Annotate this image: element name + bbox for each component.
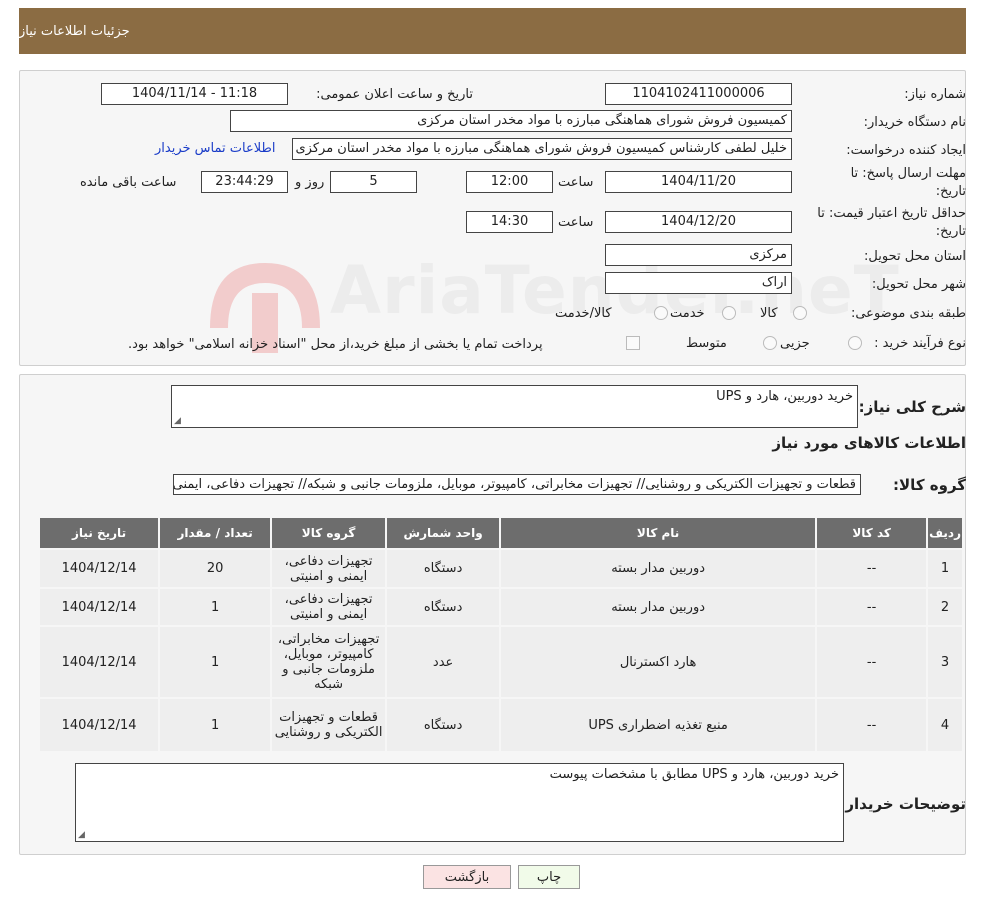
row-name: دوربین مدار بسته — [501, 589, 816, 625]
page-header: جزئیات اطلاعات نیاز — [19, 8, 966, 54]
print-button[interactable]: چاپ — [518, 865, 580, 889]
reply-deadline-label: مهلت ارسال پاسخ: تا — [850, 166, 966, 181]
row-date: 1404/12/14 — [40, 627, 159, 697]
validity-label-date: تاریخ: — [935, 224, 966, 239]
province-label: استان محل تحویل: — [864, 249, 966, 264]
row-name: هارد اکسترنال — [501, 627, 816, 697]
requester-label: ایجاد کننده درخواست: — [846, 143, 966, 158]
need-number-label: شماره نیاز: — [904, 87, 966, 102]
reply-date-field: 1404/11/20 — [605, 171, 792, 193]
category-label: طبقه بندی موضوعی: — [850, 306, 966, 321]
row-code: -- — [817, 589, 927, 625]
back-button[interactable]: بازگشت — [423, 865, 511, 889]
col-date-header: تاریخ نیاز — [40, 518, 159, 548]
need-summary-text: خرید دوربین، هارد و UPS — [716, 389, 853, 404]
row-group: تجهیزات مخابراتی، کامپیوتر، موبایل، ملزو… — [272, 627, 386, 697]
goods-group-field: قطعات و تجهیزات الکتریکی و روشنایی// تجه… — [173, 474, 861, 495]
need-summary-label: شرح کلی نیاز: — [858, 398, 966, 416]
treasury-payment-checkbox[interactable] — [626, 336, 640, 350]
row-group: تجهیزات دفاعی، ایمنی و امنیتی — [272, 550, 386, 587]
row-index: 2 — [928, 589, 962, 625]
category-radio-goods[interactable] — [793, 306, 807, 320]
buyer-notes-textarea: خرید دوربین، هارد و UPS مطابق با مشخصات … — [75, 763, 844, 842]
table-header-row: ردیف کد کالا نام کالا واحد شمارش گروه کا… — [40, 518, 962, 548]
need-summary-textarea: خرید دوربین، هارد و UPS ◢ — [171, 385, 858, 428]
row-unit: دستگاه — [387, 699, 500, 751]
buyer-org-field: کمیسیون فروش شورای هماهنگی مبارزه با موا… — [230, 110, 792, 132]
row-index: 1 — [928, 550, 962, 587]
row-unit: عدد — [387, 627, 500, 697]
announce-field: 1404/11/14 - 11:18 — [101, 83, 288, 105]
validity-label: حداقل تاریخ اعتبار قیمت: تا — [817, 206, 966, 221]
row-unit: دستگاه — [387, 589, 500, 625]
row-date: 1404/12/14 — [40, 550, 159, 587]
table-row: 2 -- دوربین مدار بسته دستگاه تجهیزات دفا… — [40, 589, 962, 625]
announce-label: تاریخ و ساعت اعلان عمومی: — [316, 87, 473, 102]
process-option-minor: جزیی — [780, 336, 810, 351]
category-option-goods: کالا — [760, 306, 778, 321]
row-code: -- — [817, 699, 927, 751]
category-radio-goods-service[interactable] — [654, 306, 668, 320]
buyer-contact-link[interactable]: اطلاعات تماس خریدار — [155, 141, 275, 156]
table-row: 1 -- دوربین مدار بسته دستگاه تجهیزات دفا… — [40, 550, 962, 587]
category-radio-service[interactable] — [722, 306, 736, 320]
row-code: -- — [817, 627, 927, 697]
row-index: 4 — [928, 699, 962, 751]
row-quantity: 1 — [160, 589, 271, 625]
buyer-notes-text: خرید دوربین، هارد و UPS مطابق با مشخصات … — [549, 767, 839, 782]
buyer-notes-label: توضیحات خریدار: — [839, 795, 966, 813]
row-code: -- — [817, 550, 927, 587]
col-group-header: گروه کالا — [272, 518, 386, 548]
city-label: شهر محل تحویل: — [871, 277, 966, 292]
resize-grip-icon[interactable]: ◢ — [78, 830, 85, 840]
category-option-goods-service: کالا/خدمت — [555, 306, 612, 321]
row-quantity: 20 — [160, 550, 271, 587]
col-name-header: نام کالا — [501, 518, 816, 548]
treasury-payment-note: پرداخت تمام یا بخشی از مبلغ خرید،از محل … — [128, 337, 543, 352]
remaining-word: ساعت باقی مانده — [80, 175, 177, 190]
process-label: نوع فرآیند خرید : — [874, 336, 966, 351]
table-row: 3 -- هارد اکسترنال عدد تجهیزات مخابراتی،… — [40, 627, 962, 697]
days-word: روز و — [295, 175, 325, 190]
row-date: 1404/12/14 — [40, 589, 159, 625]
validity-time-field: 14:30 — [466, 211, 553, 233]
row-unit: دستگاه — [387, 550, 500, 587]
row-quantity: 1 — [160, 627, 271, 697]
col-code-header: کد کالا — [817, 518, 927, 548]
col-quantity-header: تعداد / مقدار — [160, 518, 271, 548]
city-field: اراک — [605, 272, 792, 294]
days-field: 5 — [330, 171, 417, 193]
row-group: تجهیزات دفاعی، ایمنی و امنیتی — [272, 589, 386, 625]
reply-time-field: 12:00 — [466, 171, 553, 193]
category-option-service: خدمت — [670, 306, 705, 321]
process-option-medium: متوسط — [686, 336, 727, 351]
validity-time-word: ساعت — [558, 215, 594, 230]
remaining-time-field: 23:44:29 — [201, 171, 288, 193]
reply-deadline-label-date: تاریخ: — [935, 184, 966, 199]
need-number-field: 1104102411000006 — [605, 83, 792, 105]
goods-table: ردیف کد کالا نام کالا واحد شمارش گروه کا… — [38, 516, 964, 753]
col-row-header: ردیف — [928, 518, 962, 548]
row-date: 1404/12/14 — [40, 699, 159, 751]
table-row: 4 -- منبع تغذیه اضطراری UPS دستگاه قطعات… — [40, 699, 962, 751]
reply-time-word: ساعت — [558, 175, 594, 190]
row-name: منبع تغذیه اضطراری UPS — [501, 699, 816, 751]
province-field: مرکزی — [605, 244, 792, 266]
resize-grip-icon[interactable]: ◢ — [174, 416, 181, 426]
row-index: 3 — [928, 627, 962, 697]
requester-field: خلیل لطفی کارشناس کمیسیون فروش شورای هما… — [292, 138, 792, 160]
goods-info-title: اطلاعات کالاهای مورد نیاز — [772, 434, 966, 452]
row-name: دوربین مدار بسته — [501, 550, 816, 587]
page-title: جزئیات اطلاعات نیاز — [19, 23, 130, 39]
col-unit-header: واحد شمارش — [387, 518, 500, 548]
goods-group-label: گروه کالا: — [893, 476, 966, 494]
validity-date-field: 1404/12/20 — [605, 211, 792, 233]
process-radio-medium[interactable] — [763, 336, 777, 350]
process-radio-minor[interactable] — [848, 336, 862, 350]
row-quantity: 1 — [160, 699, 271, 751]
row-group: قطعات و تجهیزات الکتریکی و روشنایی — [272, 699, 386, 751]
buyer-org-label: نام دستگاه خریدار: — [863, 115, 966, 130]
